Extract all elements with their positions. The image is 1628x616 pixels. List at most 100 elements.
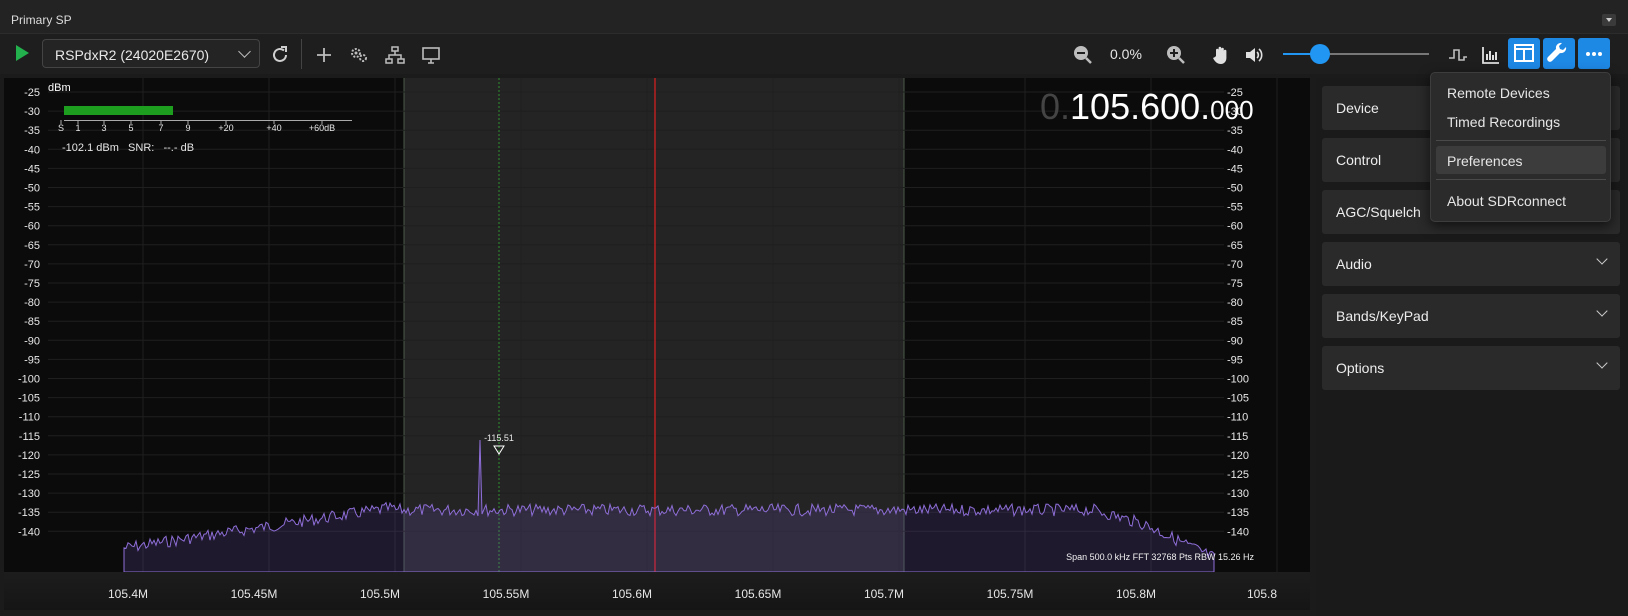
smeter-scale-label: +40 — [266, 123, 281, 133]
y-tick-label: -140 — [18, 526, 40, 538]
smeter-scale-label: 5 — [128, 123, 133, 133]
y-tick-label: -50 — [24, 183, 40, 195]
menu-item-timed-recordings[interactable]: Timed Recordings — [1436, 107, 1606, 135]
y-tick-label: -65 — [1227, 240, 1243, 252]
smeter-readout: -102.1 dBm SNR: --.- dB — [62, 142, 195, 154]
toolbar: RSPdxR2 (24020E2670) 0.0% — [0, 34, 1628, 74]
spectrum-footer: Span 500.0 kHz FFT 32768 Pts RBW 15.26 H… — [1066, 552, 1254, 562]
y-tick-label: -120 — [18, 450, 40, 462]
smeter-scale-label: +20 — [218, 123, 233, 133]
frequency-dim-prefix: 0. — [1040, 86, 1071, 127]
window-title: Primary SP — [11, 13, 72, 27]
y-tick-label: -130 — [18, 488, 40, 500]
y-tick-label: -135 — [1227, 507, 1249, 519]
x-tick-label: 105.8 — [1247, 587, 1277, 601]
y-tick-label: -125 — [1227, 469, 1249, 481]
chevron-down-icon — [1596, 357, 1608, 369]
pan-hand-icon[interactable] — [1210, 44, 1232, 66]
x-axis-labels: 105.4M 105.45M 105.5M 105.55M 105.6M 105.65M 1… — [108, 587, 1277, 601]
x-tick-label: 105.5M — [360, 587, 400, 601]
y-tick-label: -95 — [1227, 354, 1243, 366]
menu-divider — [1436, 140, 1606, 141]
y-tick-label: -40 — [1227, 144, 1243, 156]
y-tick-label: -55 — [24, 202, 40, 214]
smeter-scale-label: 7 — [158, 123, 163, 133]
y-tick-label: -110 — [19, 412, 40, 424]
tools-button[interactable] — [1543, 38, 1575, 69]
add-icon[interactable] — [313, 44, 335, 66]
x-tick-label: 105.65M — [735, 587, 782, 601]
network-icon[interactable] — [384, 44, 406, 66]
peak-label: -115.51 — [484, 433, 514, 443]
smeter-scale-label: +60dB — [309, 123, 335, 133]
volume-slider-knob[interactable] — [1310, 44, 1330, 64]
frequency-axis[interactable]: 105.4M 105.45M 105.5M 105.55M 105.6M 105.65M 1… — [4, 572, 1310, 610]
panel-audio-label: Audio — [1336, 256, 1372, 272]
frequency-hz: 000 — [1210, 95, 1254, 125]
menu-item-remote-devices[interactable]: Remote Devices — [1436, 78, 1606, 106]
y-tick-label: -105 — [18, 393, 40, 405]
y-tick-label: -85 — [24, 316, 40, 328]
y-tick-label: -80 — [1227, 297, 1243, 309]
refresh-icon[interactable] — [269, 44, 291, 66]
y-tick-label: -60 — [1227, 221, 1243, 233]
panel-device-label: Device — [1336, 100, 1379, 116]
frequency-main: 105.600. — [1070, 86, 1211, 127]
y-tick-label: -120 — [1227, 450, 1249, 462]
more-options-button[interactable] — [1578, 38, 1610, 69]
x-tick-label: 105.4M — [108, 587, 148, 601]
y-tick-label: -75 — [24, 278, 40, 290]
x-tick-label: 105.55M — [483, 587, 530, 601]
y-tick-label: -75 — [1227, 278, 1243, 290]
panel-control-label: Control — [1336, 152, 1382, 168]
waveform-icon[interactable] — [1447, 44, 1469, 66]
window-menu-button[interactable] — [1602, 14, 1616, 26]
toolbar-divider — [301, 39, 302, 69]
y-tick-label: -55 — [1227, 202, 1243, 214]
y-tick-label: -70 — [24, 259, 40, 271]
settings-gears-icon[interactable] — [348, 44, 370, 66]
menu-item-preferences[interactable]: Preferences — [1436, 146, 1606, 174]
zoom-level: 0.0% — [1110, 46, 1142, 62]
y-tick-label: -110 — [1227, 412, 1248, 424]
frequency-display[interactable]: 0.105.600.000 — [1040, 86, 1254, 128]
y-tick-label: -105 — [1227, 393, 1249, 405]
panel-options-label: Options — [1336, 360, 1385, 376]
y-tick-label: -50 — [1227, 183, 1243, 195]
smeter-scale-label: 1 — [75, 123, 80, 133]
y-tick-label: -45 — [24, 163, 40, 175]
zoom-out-icon[interactable] — [1072, 44, 1094, 66]
y-axis-right: -25-30-35-40-45-50-55-60-65-70-75-80-85-… — [1227, 87, 1249, 538]
device-select-label: RSPdxR2 (24020E2670) — [55, 47, 210, 63]
y-tick-label: -140 — [1227, 526, 1249, 538]
x-tick-label: 105.7M — [864, 587, 904, 601]
x-tick-label: 105.8M — [1116, 587, 1156, 601]
window-titlebar: Primary SP — [0, 0, 1628, 34]
panel-bands-label: Bands/KeyPad — [1336, 308, 1429, 324]
y-tick-label: -90 — [1227, 335, 1243, 347]
monitor-icon[interactable] — [420, 44, 442, 66]
panel-audio[interactable]: Audio — [1322, 242, 1620, 286]
play-icon[interactable] — [16, 45, 29, 61]
panel-options[interactable]: Options — [1322, 346, 1620, 390]
signal-meter: dBm S 1 3 5 7 9 +20 +40 +60dB -102.1 dBm SNR: --… — [4, 78, 354, 158]
layout-button[interactable] — [1508, 38, 1540, 69]
menu-item-about[interactable]: About SDRconnect — [1436, 186, 1606, 214]
smeter-scale-label: 9 — [185, 123, 190, 133]
ellipsis-icon — [1586, 52, 1602, 56]
spectrum-view-icon[interactable] — [1480, 44, 1502, 66]
y-tick-label: -60 — [24, 221, 40, 233]
y-tick-label: -115 — [1227, 431, 1248, 443]
wrench-icon — [1547, 42, 1567, 62]
y-tick-label: -45 — [1227, 163, 1243, 175]
y-tick-label: -135 — [18, 507, 40, 519]
panel-agc-label: AGC/Squelch — [1336, 204, 1421, 220]
zoom-in-icon[interactable] — [1165, 44, 1187, 66]
device-select[interactable]: RSPdxR2 (24020E2670) — [42, 39, 260, 68]
x-tick-label: 105.75M — [987, 587, 1034, 601]
y-tick-label: -100 — [18, 374, 40, 386]
volume-icon[interactable] — [1243, 44, 1265, 66]
layout-icon — [1514, 44, 1534, 62]
panel-bands-keypad[interactable]: Bands/KeyPad — [1322, 294, 1620, 338]
chevron-down-icon — [1596, 305, 1608, 317]
